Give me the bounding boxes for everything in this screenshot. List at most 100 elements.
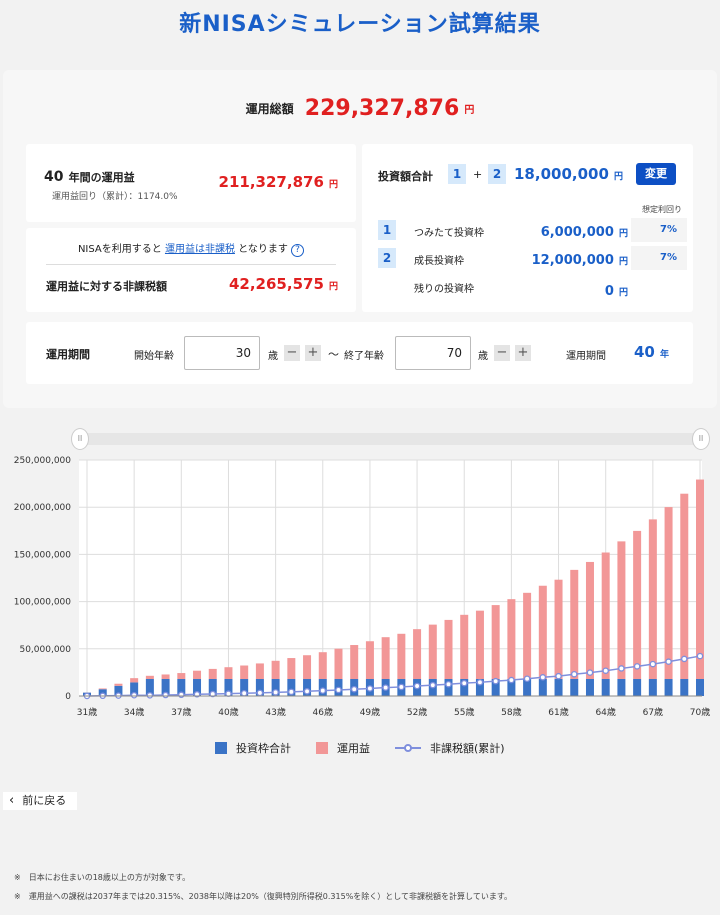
asset-chart: 0 50,000,000 100,000,000 150,000,000 200,000… [14, 456, 710, 718]
bar-profit [491, 605, 500, 680]
invest-box-2: 2 [488, 164, 506, 184]
bar-profit [680, 493, 689, 680]
legend-label-profit[interactable]: 運用益 [337, 740, 370, 756]
x-tick-label: 37歳 [171, 706, 191, 718]
x-tick-label: 61歳 [548, 706, 568, 718]
period-label: 運用期間 [46, 348, 90, 361]
row-label-remaining: 残りの投資枠 [414, 284, 474, 295]
legend-swatch-taxfree [395, 744, 422, 752]
start-age-minus-button[interactable]: − [284, 345, 300, 361]
x-tick-label: 52歳 [407, 706, 427, 718]
legend-swatch-invest [215, 742, 228, 754]
legend-label-invest[interactable]: 投資枠合計 [236, 740, 291, 756]
bar-profit [224, 667, 233, 680]
profit-card: 40 年間の運用益 運用益回り（累計）：1174.0% 211,327,876 … [26, 144, 356, 222]
y-tick-label: 150,000,000 [14, 550, 72, 560]
x-tick-label: 58歳 [501, 706, 521, 718]
taxfree-link[interactable]: 運用益は非課税 [165, 244, 235, 255]
x-tick-label: 34歳 [124, 706, 144, 718]
taxfree-note-suffix: となります [238, 244, 288, 255]
start-age-input[interactable]: 30 [184, 336, 260, 370]
bar-profit [208, 668, 217, 680]
point-taxfree [681, 655, 688, 663]
taxfree-amount: 42,265,575 円 [229, 274, 338, 293]
total-amount: 運用総額 229,327,876 円 [0, 96, 720, 121]
bar-profit [114, 683, 123, 686]
bar-profit [318, 652, 327, 680]
point-taxfree [523, 675, 531, 682]
rate-tsumitate[interactable]: 7% [631, 218, 687, 242]
total-label: 運用総額 [245, 102, 294, 116]
bar-profit [538, 585, 547, 680]
bar-profit [413, 629, 422, 680]
bar-profit [145, 675, 154, 680]
end-age-input[interactable]: 70 [395, 336, 471, 370]
legend-label-taxfree[interactable]: 非課税額(累計) [430, 740, 505, 756]
point-taxfree [382, 684, 389, 691]
point-taxfree [649, 660, 657, 668]
bar-invest [570, 679, 579, 696]
chart-legend: 投資枠合計 運用益 非課税額(累計) [0, 740, 720, 756]
profit-rate: 運用益回り（累計）：1174.0% [52, 192, 178, 202]
help-icon[interactable]: ? [291, 244, 305, 257]
taxfree-divider [46, 264, 336, 265]
invest-plus: + [473, 168, 483, 181]
bar-invest [538, 679, 547, 696]
point-taxfree [256, 689, 264, 697]
invest-amount: 18,000,000 円 [514, 164, 623, 183]
y-tick-label: 250,000,000 [14, 456, 72, 466]
start-age-plus-button[interactable]: + [305, 345, 321, 361]
profit-years-label: 年間の運用益 [68, 171, 135, 184]
profit-amount: 211,327,876 円 [219, 172, 338, 191]
bar-profit [381, 637, 390, 680]
row-num-1: 1 [378, 220, 396, 240]
end-age-plus-button[interactable]: + [515, 345, 531, 361]
x-tick-label: 64歳 [595, 706, 615, 718]
point-taxfree [319, 687, 327, 694]
point-taxfree [303, 688, 311, 695]
point-taxfree [130, 691, 138, 699]
note-2: ※ 運用益への課税は2037年までは20.315%、2038年以降は20%（復興… [14, 892, 513, 901]
invest-label: 投資額合計 [378, 170, 433, 183]
start-age-unit: 歳 [268, 351, 278, 362]
y-tick-label: 100,000,000 [14, 598, 72, 608]
bar-profit [601, 552, 610, 680]
point-taxfree [618, 665, 625, 672]
point-taxfree [476, 679, 484, 686]
bar-profit [570, 569, 579, 680]
bar-profit [523, 592, 532, 680]
profit-unit: 円 [328, 180, 338, 190]
bar-invest [585, 679, 594, 696]
bar-profit [193, 670, 202, 680]
x-tick-label: 70歳 [690, 706, 710, 718]
y-tick-label: 200,000,000 [14, 503, 72, 513]
x-tick-label: 43歳 [265, 706, 285, 718]
back-button[interactable]: ‹ 前に戻る [3, 792, 77, 810]
end-age-minus-button[interactable]: − [494, 345, 510, 361]
total-value: 229,327,876 [304, 96, 460, 121]
period-result-value: 40 [634, 343, 655, 361]
point-taxfree [366, 685, 374, 692]
bar-profit [475, 610, 484, 680]
point-taxfree [413, 682, 421, 690]
bar-profit [271, 660, 280, 680]
bar-profit [507, 599, 516, 680]
point-taxfree [272, 689, 279, 696]
point-taxfree [460, 679, 468, 687]
rate-seicho[interactable]: 7% [631, 246, 687, 270]
row-label-tsumitate: つみたて投資枠 [414, 228, 484, 239]
row-amount-tsumitate: 6,000,000 円 [540, 225, 628, 240]
period-tilde: ～ [328, 348, 339, 361]
point-taxfree [225, 690, 232, 697]
x-tick-label: 55歳 [454, 706, 474, 718]
bar-profit [585, 561, 594, 680]
period-result: 40 年 [634, 342, 669, 361]
back-label: 前に戻る [22, 794, 67, 807]
row-amount-remaining: 0 円 [604, 284, 628, 299]
legend-swatch-profit [316, 742, 329, 754]
bar-invest [633, 679, 642, 696]
point-taxfree [146, 692, 154, 699]
change-button[interactable]: 変更 [636, 163, 676, 185]
start-age-label: 開始年齢 [134, 351, 174, 362]
point-taxfree [571, 670, 578, 678]
